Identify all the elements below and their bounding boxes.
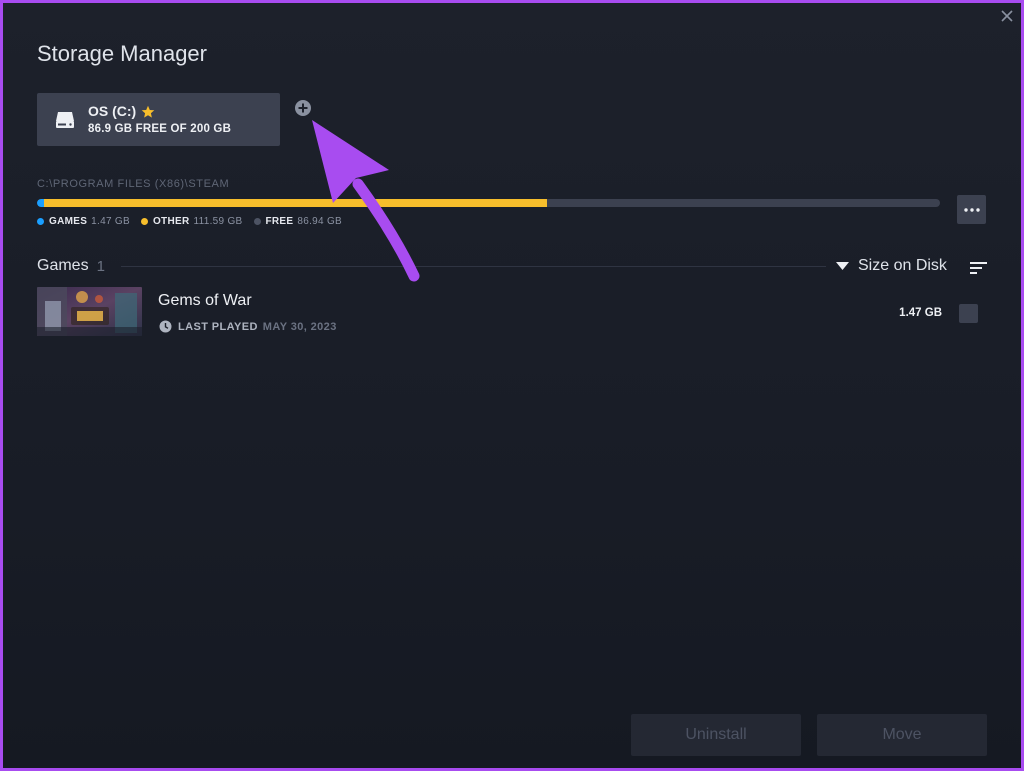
move-button[interactable]: Move: [817, 714, 987, 756]
usage-bar-other: [43, 199, 548, 207]
legend-games-value: 1.47 GB: [91, 216, 130, 227]
section-divider: [121, 266, 826, 267]
games-label: Games: [37, 257, 89, 274]
legend-free-dot: [253, 218, 261, 225]
legend-other-label: OTHER: [152, 216, 190, 227]
legend-other-dot: [140, 218, 148, 225]
last-played: LAST PLAYED MAY 30, 2023: [159, 320, 337, 333]
game-thumbnail: [37, 287, 142, 336]
storage-usage-bar: [37, 199, 940, 207]
storage-manager-window: Storage Manager OS (C:) 86.9 GB FREE OF …: [3, 3, 1021, 768]
star-icon: [141, 105, 155, 118]
drive-card-os-c[interactable]: OS (C:) 86.9 GB FREE OF 200 GB: [37, 93, 280, 146]
caret-down-icon: [836, 262, 849, 270]
close-button[interactable]: [996, 5, 1018, 27]
legend-other-value: 111.59 GB: [193, 216, 243, 227]
sort-dropdown[interactable]: Size on Disk: [836, 257, 947, 275]
install-path: C:\PROGRAM FILES (X86)\STEAM: [37, 178, 230, 190]
table-row[interactable]: Gems of War LAST PLAYED MAY 30, 2023 1.4…: [37, 287, 987, 341]
more-options-button[interactable]: [957, 195, 986, 224]
legend-free: FREE 86.94 GB: [253, 216, 343, 227]
drive-name: OS (C:): [88, 103, 137, 119]
add-drive-button[interactable]: [294, 99, 312, 117]
games-count: 1: [96, 257, 105, 275]
legend-free-value: 86.94 GB: [297, 216, 343, 227]
plus-circle-icon: [295, 100, 311, 116]
uninstall-button[interactable]: Uninstall: [631, 714, 801, 756]
legend-other: OTHER 111.59 GB: [140, 216, 243, 227]
legend-games-dot: [37, 218, 44, 225]
game-title[interactable]: Gems of War: [158, 292, 252, 310]
game-size: 1.47 GB: [899, 307, 942, 319]
ellipsis-icon: [963, 207, 980, 212]
drive-free-space: 86.9 GB FREE OF 200 GB: [88, 123, 232, 135]
close-icon: [1001, 10, 1013, 22]
last-played-label: LAST PLAYED: [178, 320, 258, 333]
storage-legend: GAMES 1.47 GB OTHER 111.59 GB FREE 86.94…: [37, 216, 353, 227]
sort-label: Size on Disk: [858, 257, 947, 274]
game-select-checkbox[interactable]: [959, 304, 978, 323]
legend-games: GAMES 1.47 GB: [37, 216, 130, 227]
sort-order-icon[interactable]: [970, 261, 988, 275]
clock-icon: [159, 320, 172, 333]
last-played-date: MAY 30, 2023: [262, 320, 337, 333]
usage-bar-games: [37, 199, 44, 207]
legend-games-label: GAMES: [49, 216, 88, 227]
page-title: Storage Manager: [37, 41, 207, 66]
hard-drive-icon: [56, 112, 74, 128]
games-section-header: Games 1: [37, 257, 105, 275]
legend-free-label: FREE: [265, 216, 294, 227]
